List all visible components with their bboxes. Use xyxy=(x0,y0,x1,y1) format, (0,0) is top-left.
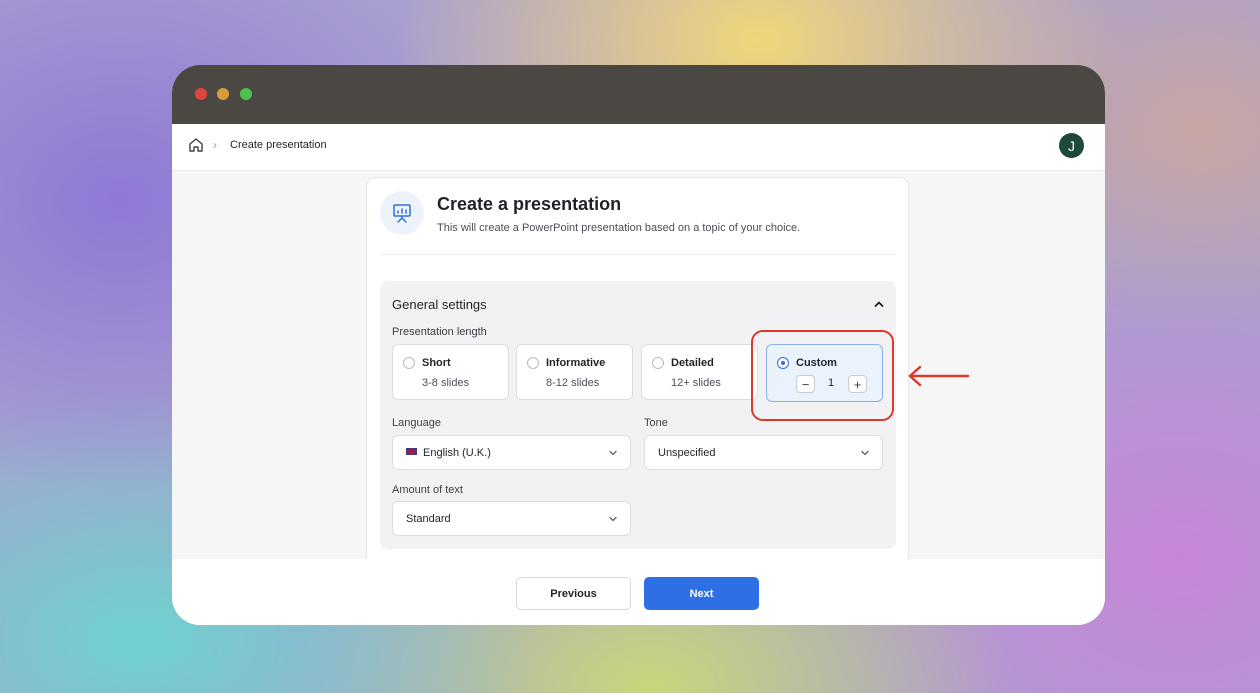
length-option-desc: 3-8 slides xyxy=(422,377,470,389)
window-titlebar xyxy=(172,65,1105,124)
chevron-down-icon xyxy=(861,450,869,456)
page-title: Create a presentation xyxy=(437,194,622,214)
custom-option-highlight xyxy=(751,330,894,421)
length-option-name: Short xyxy=(422,357,451,369)
language-value: English (U.K.) xyxy=(423,447,491,459)
arrow-left-icon xyxy=(908,365,970,387)
footer-bar: Previous Next xyxy=(172,559,1105,625)
close-window-button[interactable] xyxy=(195,88,207,100)
chevron-down-icon xyxy=(609,450,617,456)
uk-flag-icon xyxy=(406,448,417,455)
home-icon[interactable] xyxy=(187,136,205,154)
radio-detailed[interactable] xyxy=(652,357,664,369)
length-option-desc: 8-12 slides xyxy=(546,377,600,389)
amount-of-text-value: Standard xyxy=(406,513,451,525)
divider xyxy=(380,254,895,255)
minimize-window-button[interactable] xyxy=(217,88,229,100)
length-option-name: Detailed xyxy=(671,357,714,369)
radio-short[interactable] xyxy=(403,357,415,369)
language-select-value: English (U.K.) xyxy=(406,447,491,459)
length-option-short[interactable]: Short 3-8 slides xyxy=(392,344,509,400)
top-navigation: › Create presentation J xyxy=(172,124,1105,171)
language-select[interactable]: English (U.K.) xyxy=(392,435,631,470)
chevron-down-icon xyxy=(609,516,617,522)
length-option-informative[interactable]: Informative 8-12 slides xyxy=(516,344,633,400)
breadcrumb-current: Create presentation xyxy=(230,139,327,151)
length-option-name: Informative xyxy=(546,357,606,369)
amount-of-text-label: Amount of text xyxy=(392,484,463,496)
amount-of-text-select[interactable]: Standard xyxy=(392,501,631,536)
radio-informative[interactable] xyxy=(527,357,539,369)
chevron-up-icon[interactable] xyxy=(872,297,886,311)
previous-button[interactable]: Previous xyxy=(516,577,631,610)
avatar[interactable]: J xyxy=(1059,133,1084,158)
presentation-board-icon xyxy=(380,191,424,235)
app-window: › Create presentation J Create a present… xyxy=(172,65,1105,625)
page-subtitle: This will create a PowerPoint presentati… xyxy=(437,222,801,234)
presentation-length-label: Presentation length xyxy=(392,326,487,338)
tone-label: Tone xyxy=(644,417,668,429)
chevron-right-icon: › xyxy=(213,138,217,152)
length-option-desc: 12+ slides xyxy=(671,377,721,389)
tone-select[interactable]: Unspecified xyxy=(644,435,883,470)
length-option-detailed[interactable]: Detailed 12+ slides xyxy=(641,344,758,400)
maximize-window-button[interactable] xyxy=(240,88,252,100)
language-label: Language xyxy=(392,417,441,429)
tone-value: Unspecified xyxy=(658,447,716,459)
settings-title: General settings xyxy=(392,297,487,312)
next-button[interactable]: Next xyxy=(644,577,759,610)
